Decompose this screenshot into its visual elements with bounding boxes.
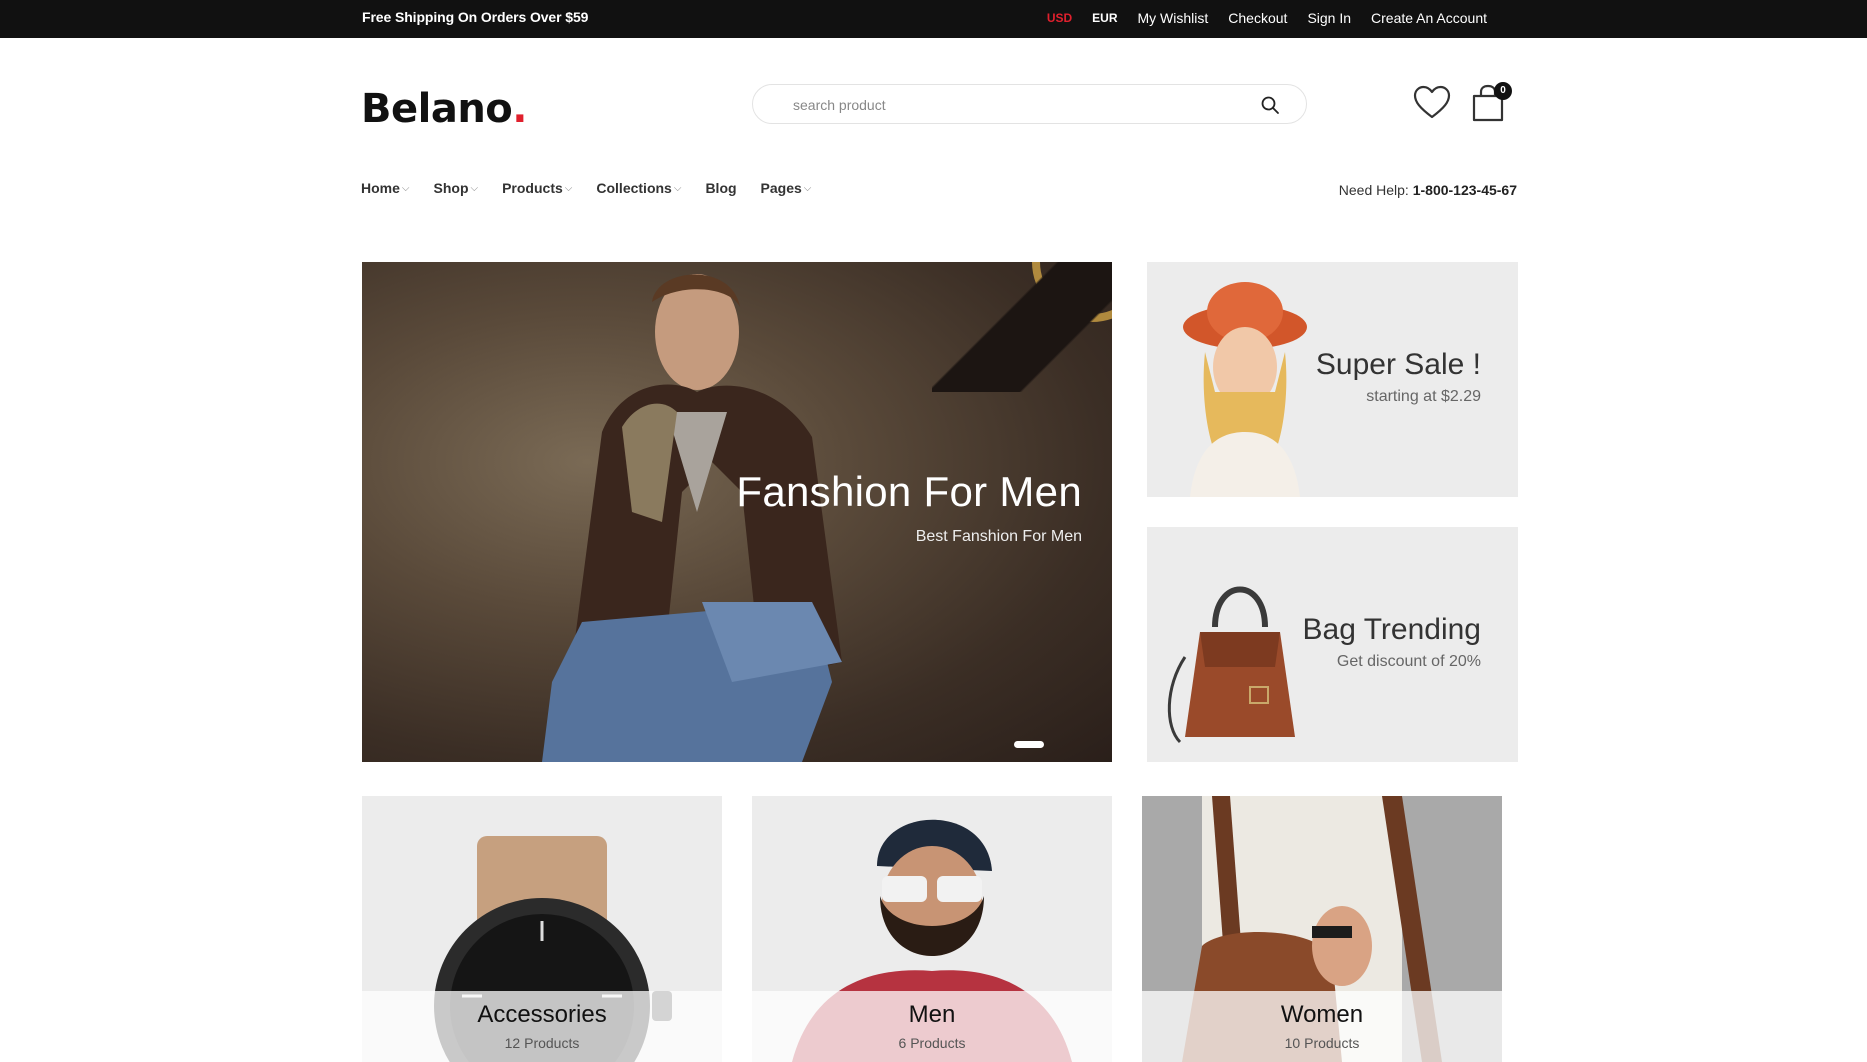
hero-subtitle: Best Fanshion For Men [915, 528, 1082, 545]
link-checkout[interactable]: Checkout [1228, 10, 1287, 26]
chevron-down-icon: ⌵ [803, 182, 812, 194]
banner-title: Super Sale ! [1315, 348, 1481, 381]
chevron-down-icon: ⌵ [470, 182, 479, 194]
nav-item-collections[interactable]: Collections ⌵ [596, 180, 681, 196]
nav-item-products[interactable]: Products ⌵ [502, 180, 572, 196]
nav-label: Pages [760, 180, 802, 196]
link-create-account[interactable]: Create An Account [1371, 10, 1487, 26]
banner-super-sale[interactable]: Super Sale ! starting at $2.29 [1147, 262, 1518, 497]
chevron-down-icon: ⌵ [401, 182, 410, 194]
search-icon[interactable] [1260, 95, 1280, 115]
banner-subtitle: Get discount of 20% [1336, 653, 1481, 670]
category-card-accessories[interactable]: Accessories 12 Products [362, 796, 722, 1062]
category-count: 6 Products [898, 1035, 966, 1051]
nav-label: Shop [433, 180, 469, 196]
top-links: USD EUR My Wishlist Checkout Sign In Cre… [1047, 10, 1487, 26]
link-sign-in[interactable]: Sign In [1307, 10, 1351, 26]
logo-dot: . [512, 86, 527, 132]
logo-text: Belano [361, 86, 513, 132]
nav-item-shop[interactable]: Shop ⌵ [434, 180, 479, 196]
studio-lamp-shade [932, 262, 1112, 392]
nav-item-home[interactable]: Home ⌵ [361, 180, 410, 196]
top-bar: Free Shipping On Orders Over $59 USD EUR… [0, 0, 1867, 38]
category-name: Men [908, 1001, 956, 1028]
link-my-wishlist[interactable]: My Wishlist [1138, 10, 1209, 26]
category-label: Accessories 12 Products [362, 991, 722, 1062]
help-contact: Need Help: 1-800-123-45-67 [1339, 182, 1517, 198]
woman-hat-image [1183, 282, 1307, 497]
chevron-down-icon: ⌵ [564, 182, 573, 194]
search-input[interactable] [793, 94, 1233, 116]
currency-eur[interactable]: EUR [1092, 10, 1117, 26]
banner-bag-trending[interactable]: Bag Trending Get discount of 20% [1147, 527, 1518, 762]
chevron-down-icon: ⌵ [673, 182, 682, 194]
hero-title: Fanshion For Men [736, 468, 1082, 515]
banner-title: Bag Trending [1302, 613, 1481, 646]
category-count: 10 Products [1284, 1035, 1360, 1051]
logo[interactable]: Belano. [361, 86, 527, 132]
heart-icon[interactable] [1412, 84, 1452, 120]
slider-indicator[interactable] [1014, 741, 1044, 748]
category-card-men[interactable]: Men 6 Products [752, 796, 1112, 1062]
category-label: Men 6 Products [752, 991, 1112, 1062]
category-name: Accessories [477, 1001, 607, 1028]
nav-item-pages[interactable]: Pages ⌵ [761, 180, 812, 196]
nav-label: Home [361, 180, 400, 196]
nav-item-blog[interactable]: Blog [705, 180, 736, 196]
help-phone[interactable]: 1-800-123-45-67 [1413, 182, 1517, 198]
free-shipping-promo: Free Shipping On Orders Over $59 [362, 9, 589, 25]
banner-subtitle: starting at $2.29 [1366, 388, 1481, 405]
category-name: Women [1280, 1001, 1364, 1028]
nav-label: Collections [596, 180, 672, 196]
cart-button[interactable]: 0 [1470, 82, 1512, 122]
nav-label: Products [502, 180, 563, 196]
currency-usd[interactable]: USD [1047, 10, 1072, 26]
help-label: Need Help: [1338, 182, 1409, 198]
nav-label: Blog [705, 180, 737, 196]
category-label: Women 10 Products [1142, 991, 1502, 1062]
main-nav: Home ⌵ Shop ⌵ Products ⌵ Collections ⌵ Blog … [361, 180, 811, 196]
category-count: 12 Products [504, 1035, 580, 1051]
cart-count-badge: 0 [1494, 82, 1512, 100]
category-card-women[interactable]: Women 10 Products [1142, 796, 1502, 1062]
handbag-image [1167, 586, 1295, 744]
search-bar [752, 84, 1307, 124]
hero-slider[interactable]: Fanshion For Men Best Fanshion For Men [362, 262, 1112, 762]
